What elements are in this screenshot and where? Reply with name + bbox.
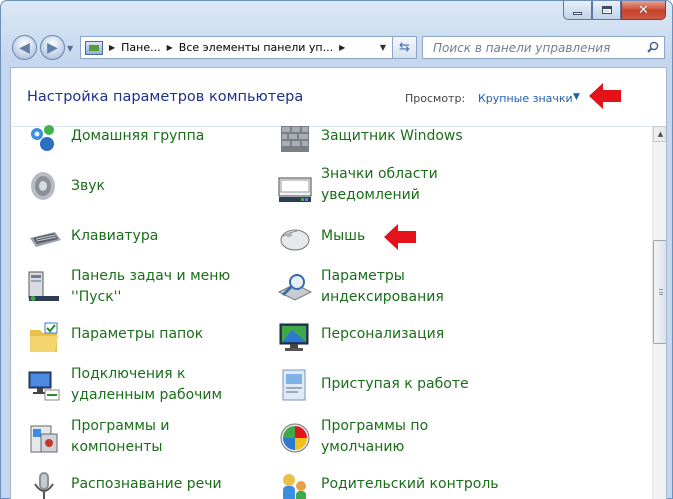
refresh-button[interactable]: ⇆ bbox=[392, 36, 417, 59]
recent-pages-dropdown[interactable]: ▼ bbox=[67, 44, 73, 53]
arrow-right-icon: ▶ bbox=[47, 39, 58, 56]
speech-recognition-icon bbox=[34, 472, 54, 499]
keyboard-icon bbox=[30, 232, 61, 247]
item-personalization[interactable]: Персонализация bbox=[277, 320, 507, 354]
item-label: Защитник Windows bbox=[321, 128, 463, 144]
red-arrow-annotation bbox=[384, 224, 416, 250]
content-pane: Настройка параметров компьютера Просмотр… bbox=[10, 67, 667, 499]
chevron-right-icon[interactable]: ▶ bbox=[109, 43, 115, 52]
maximize-button[interactable] bbox=[592, 1, 621, 20]
page-title: Настройка параметров компьютера bbox=[27, 89, 304, 105]
search-icon[interactable] bbox=[647, 41, 659, 53]
caption-buttons: ✕ bbox=[563, 1, 666, 20]
minimize-icon bbox=[573, 12, 582, 15]
view-dropdown-arrow-icon[interactable]: ▼ bbox=[573, 92, 580, 102]
view-mode-link[interactable]: Крупные значки bbox=[478, 92, 573, 105]
item-label: Звук bbox=[71, 178, 105, 194]
programs-features-icon bbox=[30, 425, 58, 453]
arrow-left-icon: ◀ bbox=[19, 39, 30, 56]
item-label: Программы по умолчанию bbox=[321, 418, 429, 455]
chevron-right-icon[interactable]: ▶ bbox=[167, 43, 173, 52]
chevron-up-icon: ▲ bbox=[657, 130, 664, 138]
item-sound[interactable]: Звук bbox=[27, 168, 257, 208]
maximize-icon bbox=[601, 6, 612, 14]
item-label: Программы и компоненты bbox=[71, 418, 170, 455]
close-button[interactable]: ✕ bbox=[621, 1, 666, 20]
windows-defender-icon bbox=[281, 126, 309, 152]
search-input[interactable]: Поиск в панели управления bbox=[422, 36, 665, 59]
item-taskbar-start-menu[interactable]: Панель задач и меню ''Пуск'' bbox=[27, 266, 267, 310]
grip-icon bbox=[659, 289, 663, 295]
item-getting-started[interactable]: Приступая к работе bbox=[277, 368, 507, 404]
item-label: Распознавание речи bbox=[71, 476, 222, 492]
item-label: Параметры индексирования bbox=[321, 268, 444, 305]
getting-started-icon bbox=[282, 369, 306, 401]
breadcrumb-control-panel[interactable]: Пане... bbox=[121, 41, 160, 54]
control-panel-icon bbox=[85, 40, 103, 55]
minimize-button[interactable] bbox=[563, 1, 592, 20]
item-speech-recognition[interactable]: Распознавание речи bbox=[27, 468, 257, 499]
item-default-programs[interactable]: Программы по умолчанию bbox=[277, 416, 507, 460]
view-label: Просмотр: bbox=[405, 92, 466, 105]
homegroup-icon bbox=[31, 125, 54, 151]
forward-button[interactable]: ▶ bbox=[40, 35, 65, 60]
item-label: Родительский контроль bbox=[321, 476, 499, 492]
item-label: Клавиатура bbox=[71, 228, 159, 244]
item-label: Приступая к работе bbox=[321, 376, 469, 392]
item-keyboard[interactable]: Клавиатура bbox=[27, 222, 257, 252]
breadcrumb-all-items[interactable]: Все элементы панели уп... bbox=[179, 41, 333, 54]
personalization-icon bbox=[279, 323, 309, 351]
notification-icons-icon bbox=[278, 177, 312, 202]
item-label: Домашняя группа bbox=[71, 128, 205, 144]
control-panel-window: ✕ ◀ ▶ ▼ ▶ Пане... ▶ Все элементы панели … bbox=[0, 0, 673, 499]
red-arrow-annotation bbox=[589, 83, 621, 109]
item-label: Мышь bbox=[321, 228, 366, 244]
address-dropdown[interactable]: ▼ bbox=[380, 43, 386, 52]
address-bar[interactable]: ▶ Пане... ▶ Все элементы панели уп... ▶ … bbox=[80, 36, 393, 59]
scroll-thumb[interactable] bbox=[653, 240, 666, 344]
item-label: Параметры папок bbox=[71, 326, 204, 342]
item-programs-features[interactable]: Программы и компоненты bbox=[27, 416, 257, 460]
taskbar-icon bbox=[28, 271, 59, 301]
item-label: Персонализация bbox=[321, 326, 445, 342]
item-label: Подключения к удаленным рабочим bbox=[71, 366, 223, 403]
default-programs-icon bbox=[280, 423, 310, 453]
folder-options-icon bbox=[30, 322, 58, 352]
mouse-icon bbox=[280, 229, 310, 251]
item-label: Панель задач и меню ''Пуск'' bbox=[71, 268, 231, 305]
parental-controls-icon bbox=[283, 474, 306, 499]
indexing-icon bbox=[277, 274, 313, 301]
search-placeholder: Поиск в панели управления bbox=[433, 41, 611, 55]
item-remote-desktop[interactable]: Подключения к удаленным рабочим bbox=[27, 364, 267, 408]
remote-desktop-icon bbox=[28, 371, 60, 401]
item-indexing-options[interactable]: Параметры индексирования bbox=[277, 266, 517, 310]
sound-icon bbox=[31, 172, 55, 200]
item-windows-defender[interactable]: Защитник Windows bbox=[277, 122, 517, 160]
item-folder-options[interactable]: Параметры папок bbox=[27, 320, 257, 354]
scroll-up-button[interactable]: ▲ bbox=[653, 126, 666, 142]
item-parental-controls[interactable]: Родительский контроль bbox=[277, 468, 517, 499]
refresh-icon: ⇆ bbox=[399, 40, 410, 55]
back-button[interactable]: ◀ bbox=[12, 35, 37, 60]
item-label: Значки области уведомлений bbox=[321, 166, 438, 203]
item-notification-icons[interactable]: Значки области уведомлений bbox=[277, 164, 517, 208]
chevron-right-icon[interactable]: ▶ bbox=[339, 43, 345, 52]
vertical-scrollbar[interactable]: ▲ bbox=[652, 126, 666, 499]
close-icon: ✕ bbox=[638, 2, 649, 18]
item-homegroup[interactable]: Домашняя группа bbox=[27, 122, 257, 160]
